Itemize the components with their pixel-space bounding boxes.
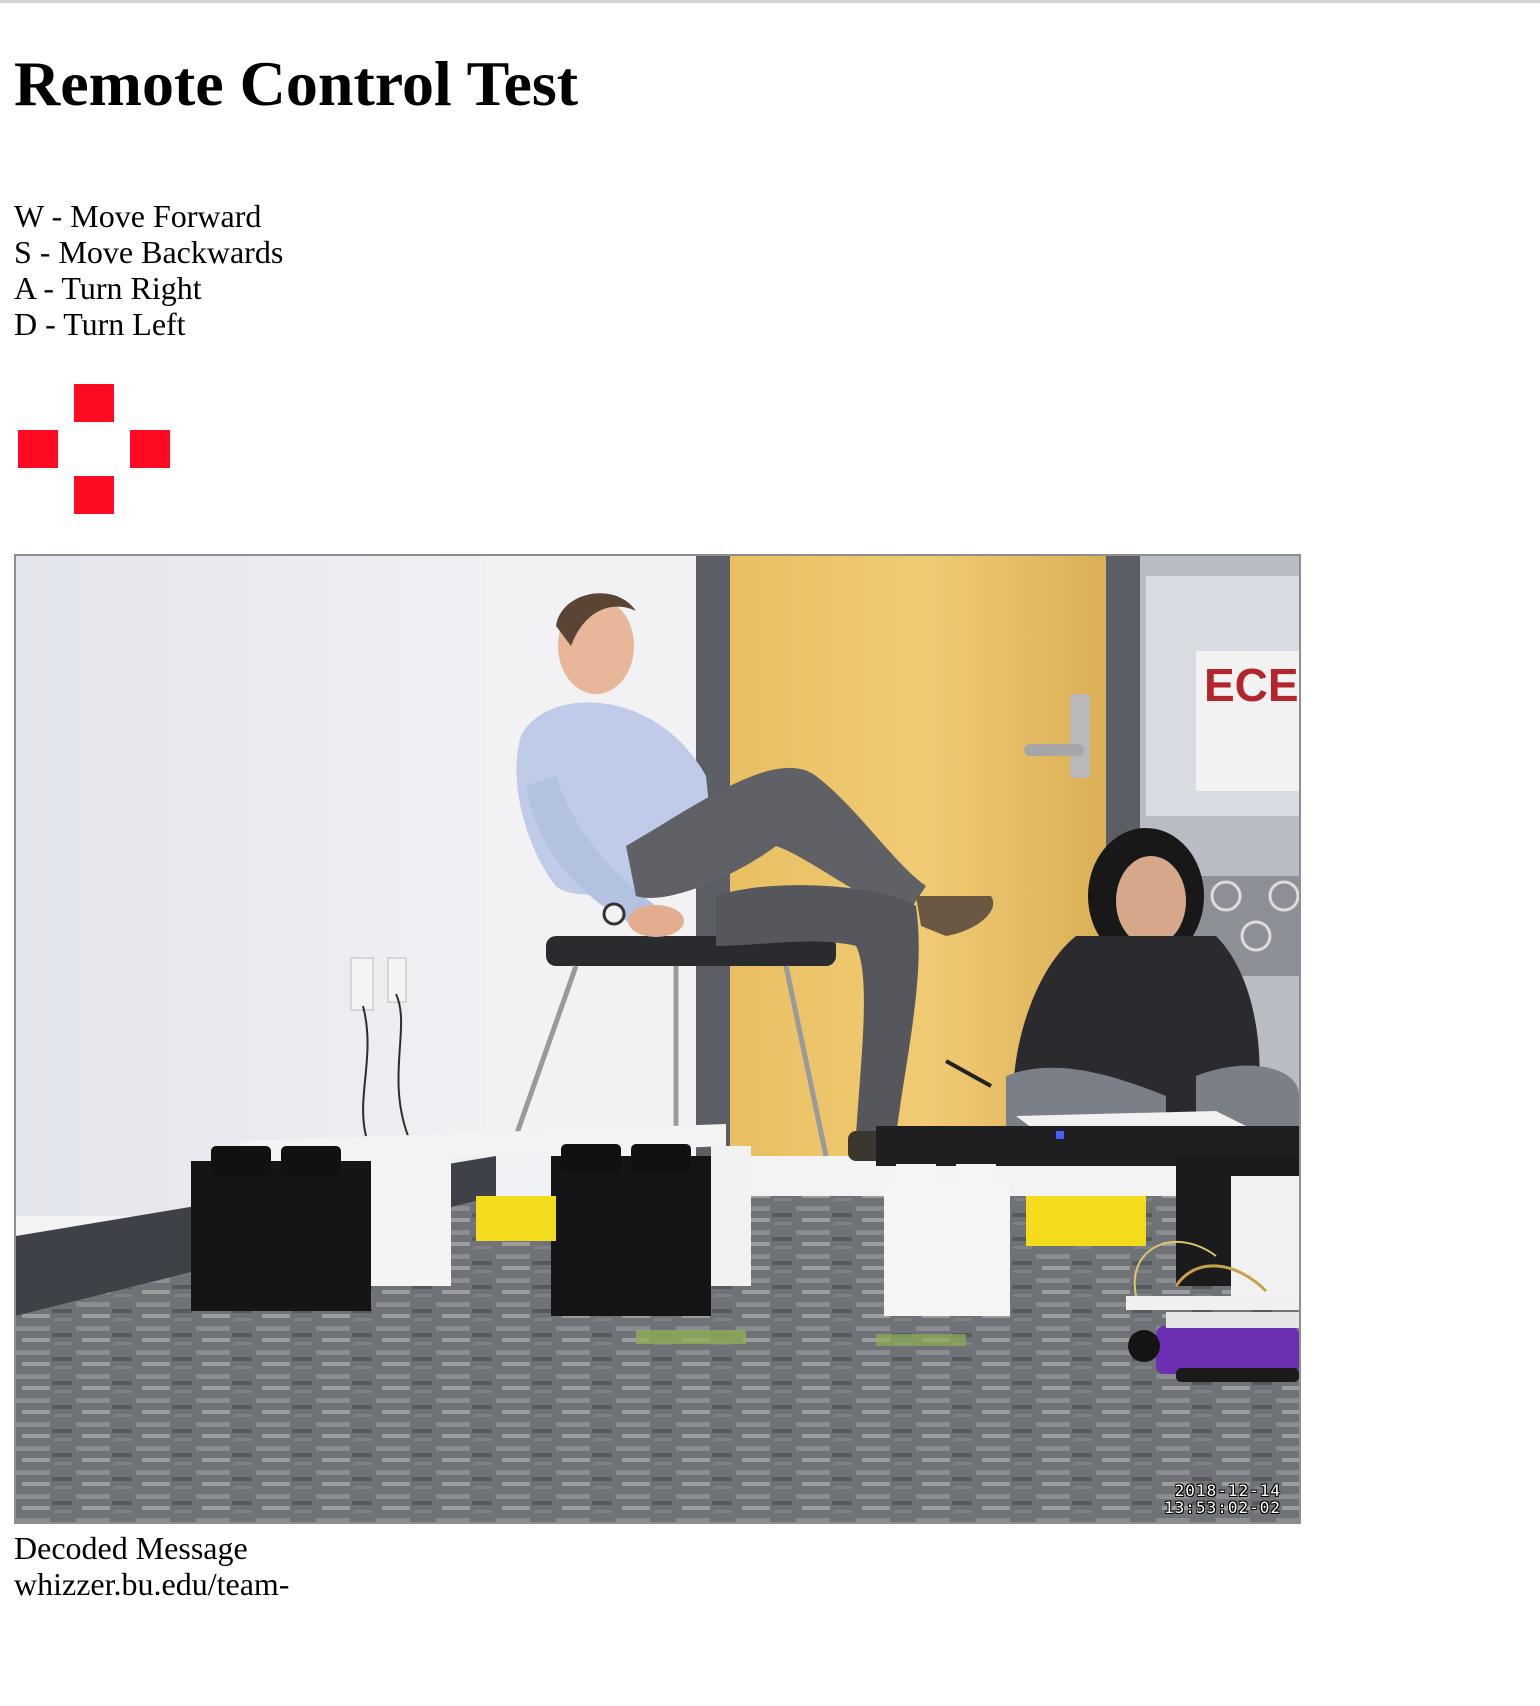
controls-legend: W - Move Forward S - Move Backwards A - …	[14, 198, 283, 342]
timestamp-date: 2018-12-14	[1174, 1481, 1281, 1500]
ece-sign: ECE	[1204, 659, 1299, 711]
browser-top-border	[0, 0, 1540, 3]
camera-image: ECE	[16, 556, 1299, 1522]
control-turn-right: A - Turn Right	[14, 270, 202, 306]
camera-feed: ECE 2018-12-14 13:53:02-02	[14, 554, 1301, 1524]
timestamp-time: 13:53:02-02	[1164, 1498, 1281, 1517]
control-backwards: S - Move Backwards	[14, 234, 284, 270]
control-forward: W - Move Forward	[14, 198, 262, 234]
arrow-up-key-icon[interactable]	[74, 384, 114, 422]
decoded-message-label: Decoded Message	[14, 1530, 248, 1566]
decoded-message-value: whizzer.bu.edu/team-	[14, 1566, 290, 1602]
arrow-right-key-icon[interactable]	[130, 430, 170, 468]
arrow-left-key-icon[interactable]	[18, 430, 58, 468]
control-turn-left: D - Turn Left	[14, 306, 186, 342]
page-title: Remote Control Test	[14, 48, 579, 119]
camera-timestamp: 2018-12-14 13:53:02-02	[1164, 1482, 1281, 1516]
arrow-down-key-icon[interactable]	[74, 476, 114, 514]
